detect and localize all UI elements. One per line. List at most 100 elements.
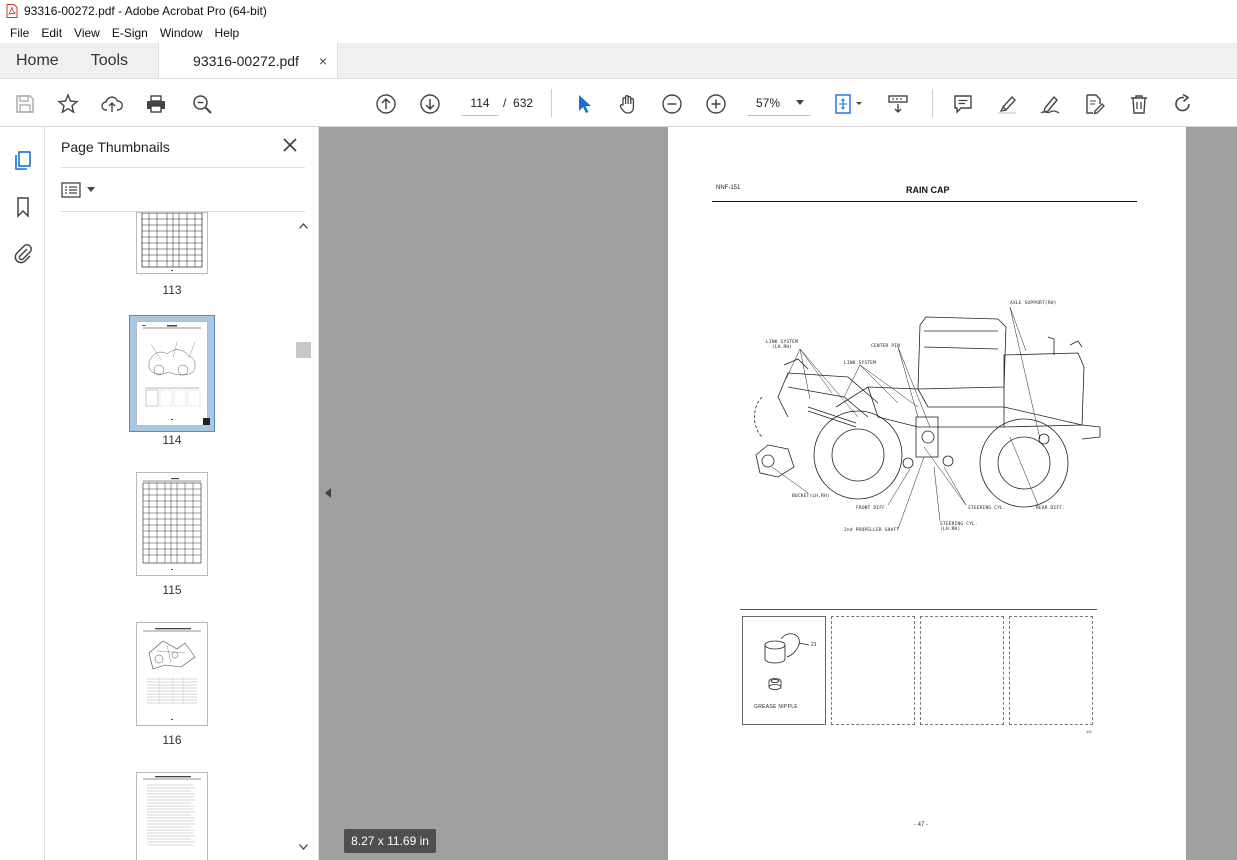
rotate-button[interactable]: [1170, 91, 1196, 117]
attachments-button[interactable]: [10, 240, 36, 266]
thumbnail-page-117[interactable]: [136, 772, 208, 860]
share-upload-button[interactable]: [99, 91, 125, 117]
thumbnail-page-116[interactable]: [136, 622, 208, 726]
zoom-level-value: 57%: [756, 95, 781, 110]
table-rule: [740, 609, 1097, 610]
arrow-down-circle-icon: [420, 94, 440, 114]
thumbnail-page-114[interactable]: [136, 321, 208, 426]
thumbnail-parts-preview: [143, 628, 201, 720]
arrow-up-circle-icon: [376, 94, 396, 114]
page-thumbnails-icon: [15, 151, 31, 170]
comment-button[interactable]: [950, 91, 976, 117]
thumbnail-page-113[interactable]: [136, 212, 208, 274]
menu-view[interactable]: View: [68, 26, 106, 40]
scroll-down-arrow-icon[interactable]: [299, 844, 308, 850]
selected-page-marker-icon: [203, 418, 210, 425]
page-thumbnails-button[interactable]: [10, 147, 36, 173]
panel-divider: [61, 167, 305, 168]
close-tab-button[interactable]: ×: [319, 53, 327, 69]
label-steering-cyl-lh-rh: STEERING CYL. (LH.RH): [940, 522, 978, 532]
tab-home[interactable]: Home: [0, 43, 75, 78]
find-button[interactable]: [189, 91, 215, 117]
thumbnail-scroll-thumb[interactable]: [296, 342, 311, 358]
total-pages: 632: [513, 96, 534, 110]
thumbnail-table-preview: [141, 212, 203, 271]
star-icon: [57, 93, 79, 114]
tab-tools[interactable]: Tools: [75, 43, 144, 78]
hand-tool-button[interactable]: [615, 91, 641, 117]
page-number-input[interactable]: [462, 90, 498, 116]
bookmark-star-button[interactable]: [55, 91, 81, 117]
panel-title: Page Thumbnails: [61, 139, 170, 155]
thumbnail-scrollbar[interactable]: [296, 219, 311, 859]
page-reference: 1/4: [1086, 729, 1092, 734]
page-count: / 632: [503, 96, 533, 110]
draw-button[interactable]: [1037, 91, 1063, 117]
paperclip-icon: [14, 244, 32, 264]
list-options-icon: [61, 182, 81, 198]
select-tool-button[interactable]: [571, 91, 597, 117]
zoom-in-button[interactable]: [703, 91, 729, 117]
window-title: 93316-00272.pdf - Adobe Acrobat Pro (64-…: [24, 4, 267, 18]
page-title: RAIN CAP: [906, 185, 950, 195]
thumbnail-list: 113 114 115 116: [45, 212, 295, 860]
fit-page-menu-button[interactable]: [831, 91, 867, 117]
zoom-search-icon: [193, 95, 212, 114]
pdf-file-icon: [6, 4, 18, 18]
thumbnail-diagram-preview: [142, 325, 201, 420]
page-separator: /: [503, 96, 507, 110]
tab-document[interactable]: 93316-00272.pdf ×: [158, 43, 339, 78]
toolbar: [0, 80, 1237, 127]
menu-esign[interactable]: E-Sign: [106, 26, 154, 40]
label-link-system: LINK SYSTEM: [844, 361, 877, 366]
thumbnail-table-preview: [142, 478, 202, 570]
label-front-diff: FRONT DIFF.: [856, 506, 889, 511]
delete-button[interactable]: [1126, 91, 1152, 117]
hand-icon: [619, 95, 635, 114]
page-size-indicator: 8.27 x 11.69 in: [344, 829, 436, 853]
chevron-down-icon: [796, 99, 804, 105]
tab-bar: Home Tools 93316-00272.pdf ×: [0, 43, 1237, 79]
bookmarks-button[interactable]: [10, 194, 36, 220]
thumbnail-page-115[interactable]: [136, 472, 208, 576]
minus-circle-icon: [662, 94, 682, 114]
label-link-system-lh-rh: LINK SYSTEM (LH.RH): [766, 340, 799, 350]
scrolling-mode-icon: [888, 95, 908, 113]
thumbnail-label-113: 113: [162, 283, 182, 297]
menu-bar: File Edit View E-Sign Window Help: [0, 22, 1237, 43]
label-steering-cyl: STEERING CYL.: [968, 506, 1006, 511]
print-button[interactable]: [143, 91, 169, 117]
zoom-out-button[interactable]: [659, 91, 685, 117]
save-icon: [16, 95, 34, 113]
thumbnail-options-button[interactable]: [61, 179, 101, 201]
comment-icon: [954, 95, 972, 114]
close-panel-icon[interactable]: [281, 136, 299, 154]
loader-lubrication-diagram: [754, 307, 1101, 530]
fill-sign-button[interactable]: [1081, 91, 1107, 117]
cloud-upload-icon: [101, 96, 123, 112]
menu-help[interactable]: Help: [209, 26, 246, 40]
grease-cap-illustration: [764, 633, 810, 690]
empty-cell: [831, 616, 915, 725]
menu-file[interactable]: File: [4, 26, 35, 40]
menu-window[interactable]: Window: [154, 26, 209, 40]
thumbnail-parts-list-preview: [143, 776, 201, 846]
fit-page-icon: [835, 94, 862, 114]
scroll-mode-button[interactable]: [885, 91, 911, 117]
grease-nipple-label: GREASE NIPPLE: [754, 704, 798, 710]
save-button[interactable]: [12, 91, 38, 117]
bookmark-icon: [17, 197, 29, 218]
highlight-button[interactable]: [994, 91, 1020, 117]
next-page-button[interactable]: [417, 91, 443, 117]
printer-icon: [147, 95, 165, 113]
label-axle-support: AXLE SUPPORT(RH): [1010, 301, 1057, 306]
zoom-level-select[interactable]: 57%: [748, 90, 810, 116]
empty-cell: [920, 616, 1004, 725]
rotate-clockwise-icon: [1175, 93, 1190, 112]
previous-page-button[interactable]: [373, 91, 399, 117]
collapse-panel-arrow-icon[interactable]: [323, 486, 333, 500]
label-rear-diff: REAR DIFF.: [1036, 506, 1066, 511]
menu-edit[interactable]: Edit: [35, 26, 68, 40]
plus-circle-icon: [706, 94, 726, 114]
scroll-up-arrow-icon[interactable]: [299, 223, 308, 229]
